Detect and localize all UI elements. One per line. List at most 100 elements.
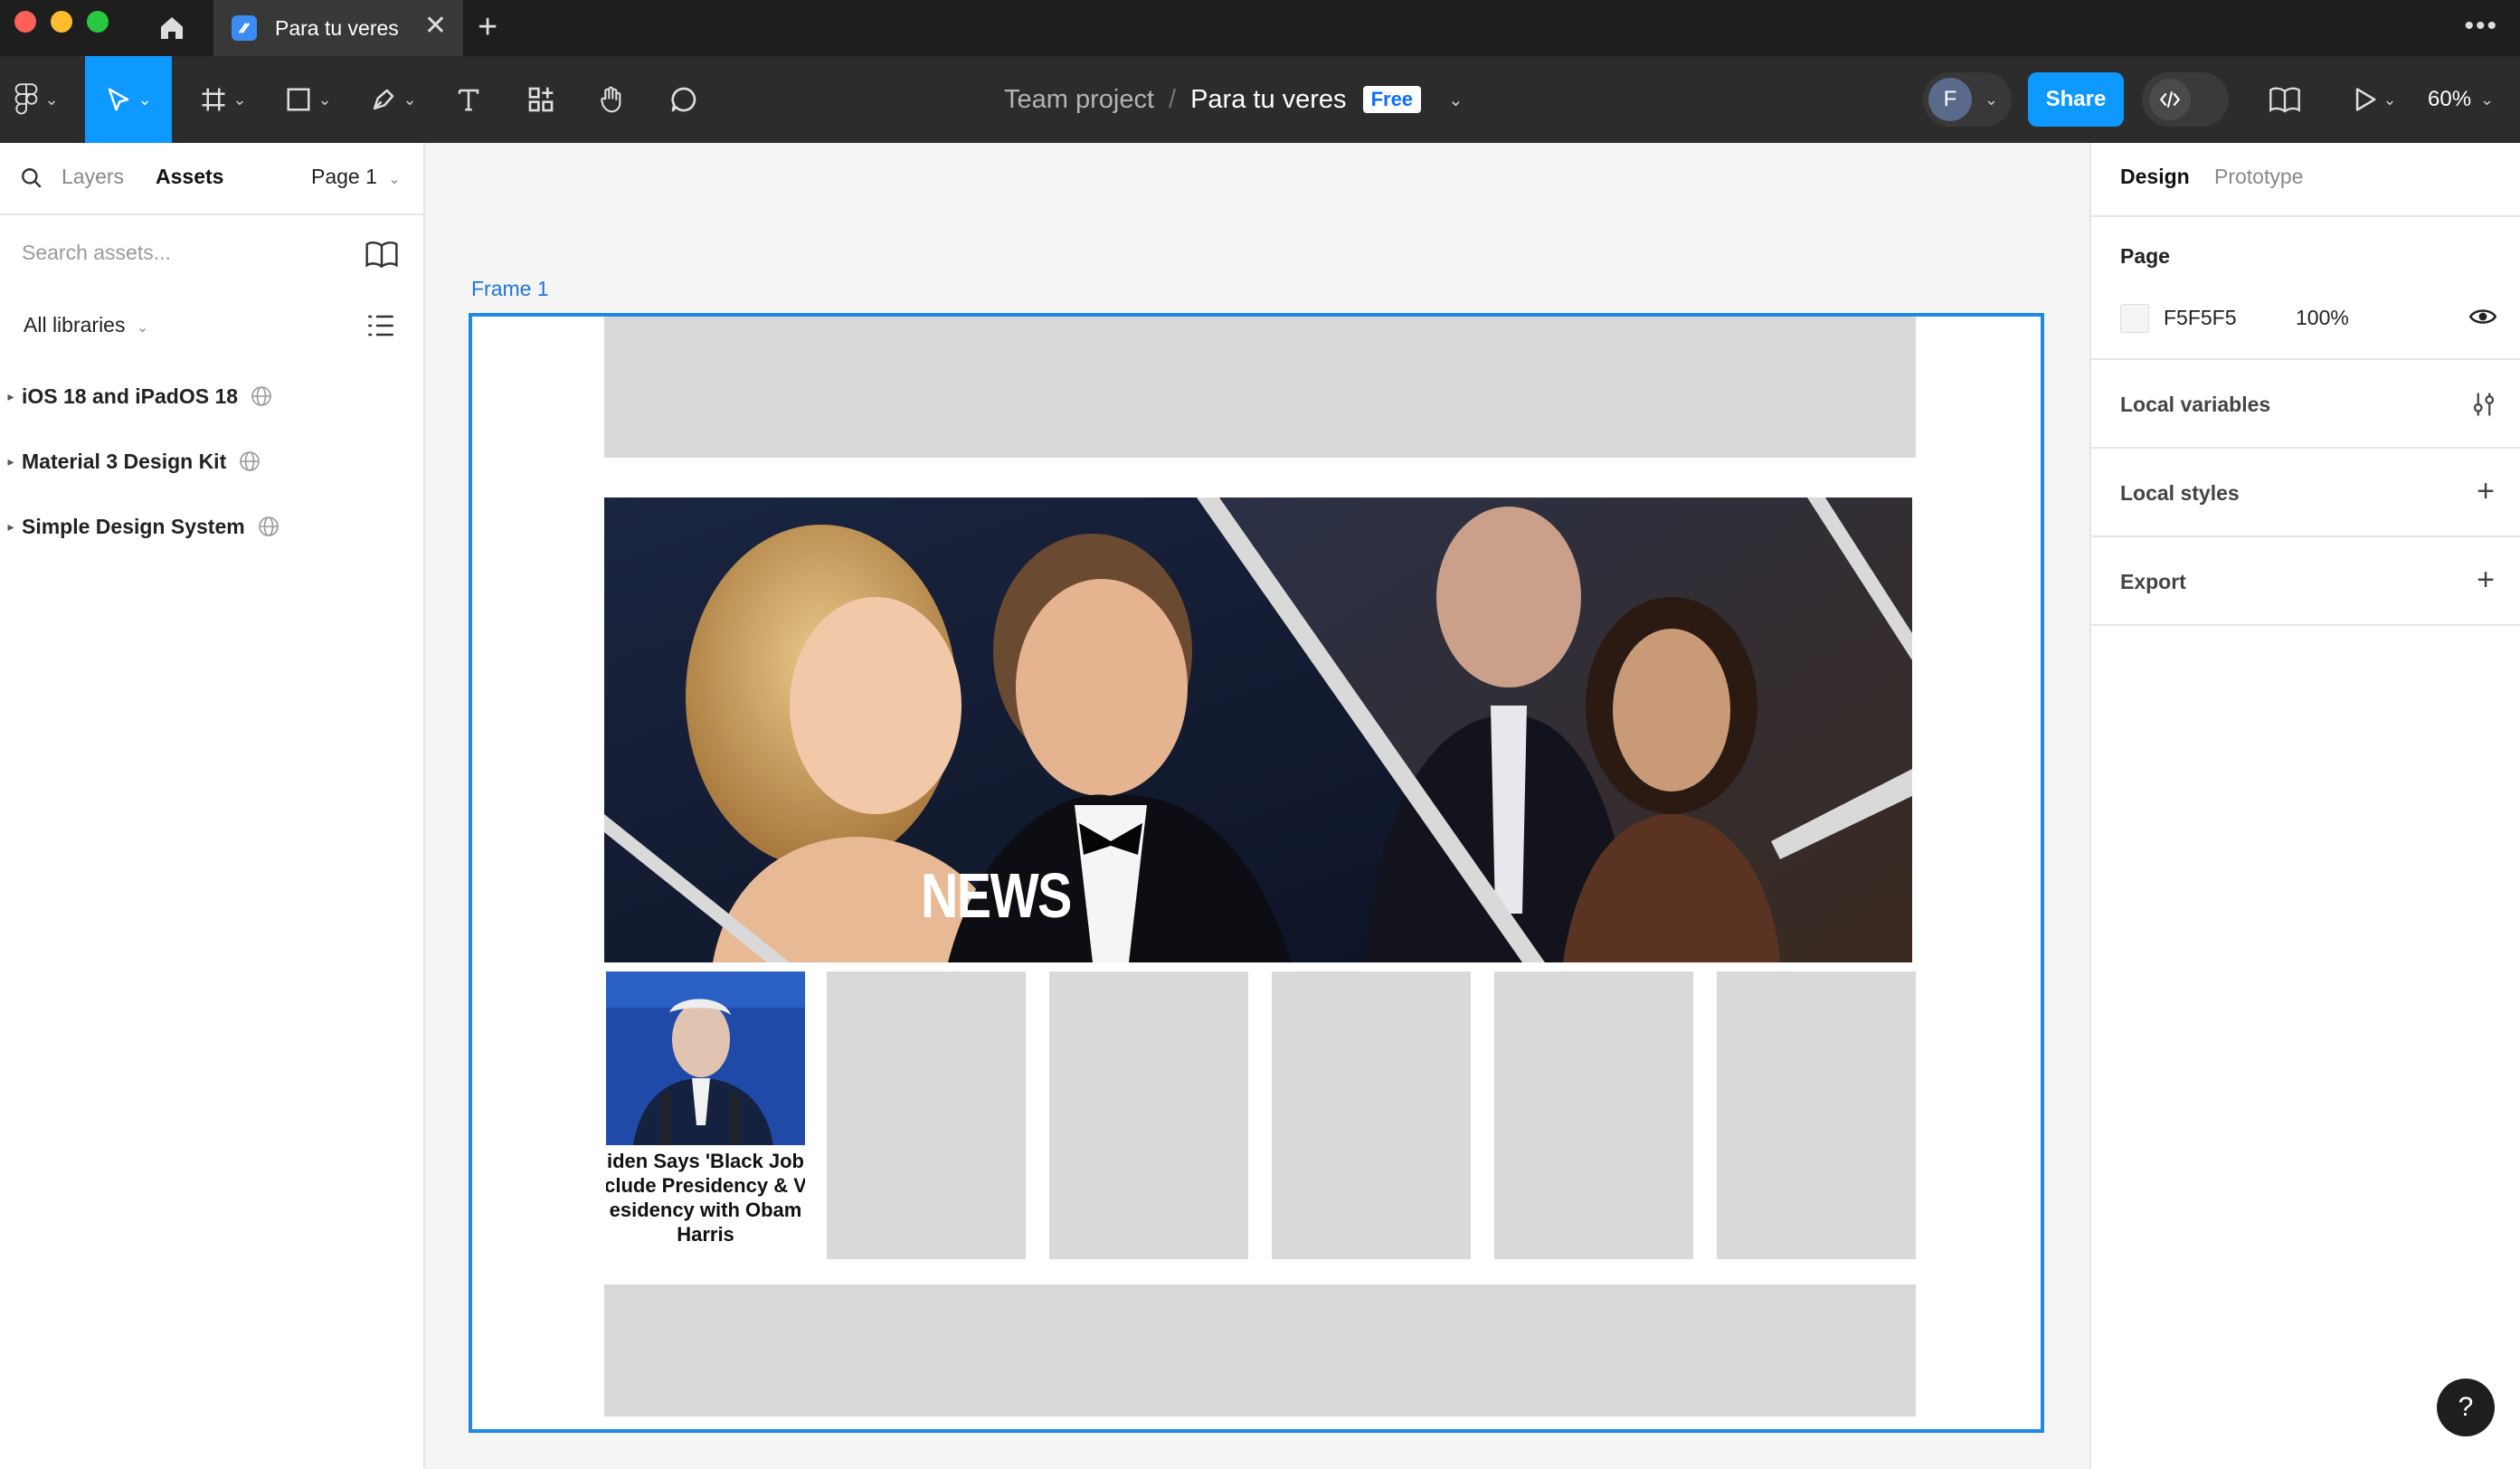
zoom-window-button[interactable] bbox=[87, 11, 109, 33]
globe-icon bbox=[258, 517, 279, 536]
help-button[interactable]: ? bbox=[2437, 1379, 2495, 1436]
card-placeholder[interactable] bbox=[1717, 971, 1916, 1259]
page-color-hex[interactable]: F5F5F5 bbox=[2164, 306, 2237, 330]
chevron-down-icon: ⌄ bbox=[137, 90, 152, 109]
code-icon bbox=[2149, 79, 2191, 120]
caret-right-icon: ▸ bbox=[7, 388, 14, 403]
hero-news-image[interactable]: NEWS bbox=[604, 498, 1912, 962]
hand-tool[interactable] bbox=[592, 56, 631, 143]
shape-tool[interactable]: ⌄ bbox=[275, 56, 342, 143]
list-view-icon[interactable] bbox=[367, 313, 394, 338]
file-tab-label: Para tu veres bbox=[275, 15, 399, 40]
library-button[interactable] bbox=[2265, 56, 2305, 143]
right-panel-tabs: Design Prototype bbox=[2091, 143, 2520, 217]
tab-prototype[interactable]: Prototype bbox=[2214, 165, 2303, 189]
footer-placeholder[interactable] bbox=[604, 1284, 1916, 1417]
close-window-button[interactable] bbox=[14, 11, 36, 33]
article-photo bbox=[606, 971, 805, 1145]
plan-badge[interactable]: Free bbox=[1362, 86, 1422, 113]
zoom-level: 60% bbox=[2428, 87, 2472, 111]
book-icon[interactable] bbox=[365, 241, 398, 268]
eye-icon[interactable] bbox=[2469, 306, 2496, 327]
add-style-icon[interactable]: + bbox=[2477, 476, 2495, 507]
home-tab[interactable] bbox=[136, 0, 208, 56]
tab-assets[interactable]: Assets bbox=[156, 165, 223, 189]
left-panel: Layers Assets Page 1 ⌄ Search assets... … bbox=[0, 143, 425, 1469]
tab-design[interactable]: Design bbox=[2120, 165, 2190, 189]
move-tool[interactable]: ⌄ bbox=[85, 56, 172, 143]
library-item[interactable]: ▸ iOS 18 and iPadOS 18 bbox=[0, 373, 423, 420]
text-tool[interactable] bbox=[449, 56, 488, 143]
page-section-title: Page bbox=[2120, 244, 2170, 268]
local-styles-label: Local styles bbox=[2120, 481, 2240, 505]
search-assets-input[interactable]: Search assets... bbox=[22, 241, 171, 265]
card-placeholder[interactable] bbox=[1049, 971, 1248, 1259]
file-tab[interactable]: Para tu veres ✕ bbox=[213, 0, 463, 56]
chevron-down-icon: ⌄ bbox=[44, 90, 59, 109]
caret-right-icon: ▸ bbox=[7, 453, 14, 469]
pen-icon bbox=[374, 89, 394, 110]
local-variables-section[interactable]: Local variables bbox=[2091, 360, 2520, 449]
pen-tool[interactable]: ⌄ bbox=[360, 56, 427, 143]
multiplayer-avatars[interactable]: F ⌄ bbox=[1923, 72, 2012, 127]
page-selector[interactable]: Page 1 ⌄ bbox=[311, 165, 401, 189]
globe-icon bbox=[240, 451, 261, 471]
minimize-window-button[interactable] bbox=[51, 11, 72, 33]
frame-1[interactable]: NEWS iden Says 'Black Job clude Presiden… bbox=[469, 313, 2044, 1433]
asset-search[interactable]: Search assets... bbox=[0, 217, 423, 289]
chevron-down-icon: ⌄ bbox=[388, 172, 401, 187]
share-button[interactable]: Share bbox=[2028, 72, 2124, 127]
export-section[interactable]: Export + bbox=[2091, 537, 2520, 626]
present-button[interactable]: ⌄ bbox=[2348, 56, 2402, 143]
right-panel: Design Prototype Page F5F5F5 100% Local … bbox=[2089, 143, 2520, 1469]
chevron-down-icon: ⌄ bbox=[2383, 90, 2397, 109]
library-item[interactable]: ▸ Simple Design System bbox=[0, 503, 423, 550]
header-placeholder[interactable] bbox=[604, 317, 1916, 458]
play-icon bbox=[2356, 88, 2376, 111]
tab-layers[interactable]: Layers bbox=[62, 165, 124, 189]
breadcrumb-separator: / bbox=[1169, 84, 1177, 114]
card-placeholder[interactable] bbox=[827, 971, 1026, 1259]
page-selector-label: Page 1 bbox=[311, 165, 377, 188]
comment-icon bbox=[671, 87, 696, 112]
zoom-control[interactable]: 60% ⌄ bbox=[2428, 56, 2494, 143]
resources-tool[interactable] bbox=[521, 56, 561, 143]
add-export-icon[interactable]: + bbox=[2477, 564, 2495, 595]
local-styles-section[interactable]: Local styles + bbox=[2091, 449, 2520, 537]
more-options-icon[interactable]: ••• bbox=[2464, 11, 2498, 42]
card-placeholder[interactable] bbox=[1494, 971, 1693, 1259]
libraries-filter[interactable]: All libraries ⌄ bbox=[24, 313, 148, 337]
headline-line: Harris bbox=[677, 1223, 734, 1246]
page-opacity[interactable]: 100% bbox=[2296, 306, 2349, 330]
new-tab-button[interactable]: + bbox=[478, 9, 497, 45]
caret-right-icon: ▸ bbox=[7, 518, 14, 534]
search-icon[interactable] bbox=[20, 166, 43, 190]
text-icon bbox=[458, 89, 479, 111]
library-name: Material 3 Design Kit bbox=[22, 449, 227, 473]
frame-tool[interactable]: ⌄ bbox=[190, 56, 257, 143]
avatar: F bbox=[1928, 78, 1972, 121]
canvas[interactable]: Frame 1 NEWS iden Says 'Black Job clude … bbox=[425, 143, 2089, 1469]
frame-label[interactable]: Frame 1 bbox=[471, 277, 549, 301]
file-name[interactable]: Para tu veres bbox=[1190, 85, 1346, 115]
library-item[interactable]: ▸ Material 3 Design Kit bbox=[0, 438, 423, 485]
team-project-link[interactable]: Team project bbox=[1004, 85, 1154, 115]
headline-line: clude Presidency & V bbox=[606, 1174, 805, 1197]
comment-tool[interactable] bbox=[664, 56, 704, 143]
chevron-down-icon: ⌄ bbox=[232, 90, 247, 109]
breadcrumb: Team project / Para tu veres Free ⌄ bbox=[1004, 56, 1464, 143]
globe-icon bbox=[251, 386, 271, 406]
card-placeholder[interactable] bbox=[1272, 971, 1471, 1259]
hero-title: NEWS bbox=[921, 860, 1072, 931]
article-headline[interactable]: iden Says 'Black Job clude Presidency & … bbox=[606, 1149, 805, 1257]
close-tab-icon[interactable]: ✕ bbox=[424, 13, 447, 40]
hero-photo bbox=[604, 498, 1912, 962]
dev-mode-toggle[interactable] bbox=[2142, 72, 2229, 127]
article-thumbnail[interactable] bbox=[606, 971, 805, 1145]
chevron-down-icon: ⌄ bbox=[1985, 90, 1999, 109]
main-menu-button[interactable]: ⌄ bbox=[0, 56, 72, 143]
variables-icon[interactable] bbox=[2471, 391, 2496, 418]
page-color-swatch[interactable] bbox=[2120, 304, 2149, 333]
file-menu-chevron-icon[interactable]: ⌄ bbox=[1448, 89, 1464, 111]
book-icon bbox=[2269, 87, 2300, 113]
